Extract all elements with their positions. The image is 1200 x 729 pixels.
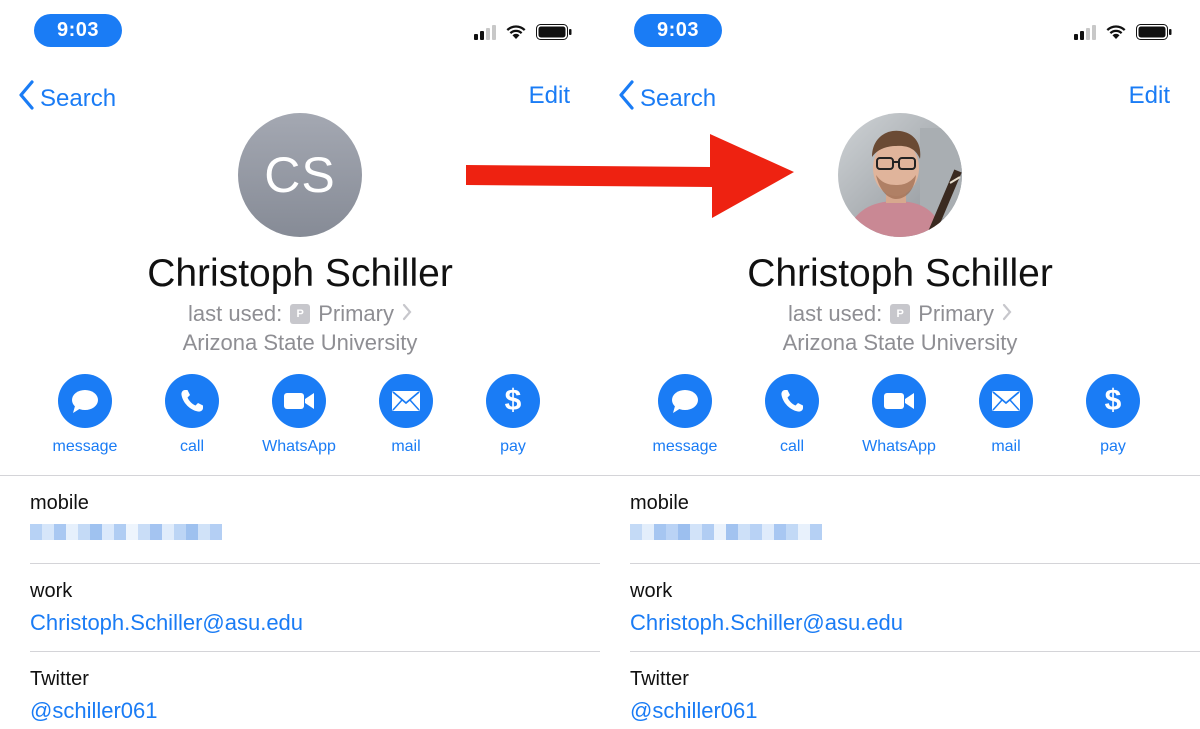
last-used-value: Primary [318, 301, 394, 326]
back-button-label: Search [640, 84, 717, 112]
mobile-number-redacted[interactable] [30, 524, 222, 540]
action-label: call [779, 438, 804, 455]
twitter-label: Twitter [630, 668, 689, 690]
video-camera-icon [272, 374, 326, 428]
envelope-icon [979, 374, 1033, 428]
action-label: WhatsApp [262, 438, 336, 455]
message-action[interactable]: message [35, 374, 135, 456]
chevron-left-icon [18, 80, 34, 117]
field-divider [630, 563, 1200, 564]
contact-avatar-initials: CS [238, 113, 362, 237]
action-label: pay [1100, 438, 1126, 455]
action-label: WhatsApp [862, 438, 936, 455]
chevron-right-icon [402, 301, 412, 327]
contact-name: Christoph Schiller [147, 252, 453, 295]
back-button-label: Search [40, 84, 117, 112]
section-divider [0, 475, 600, 476]
work-email[interactable]: Christoph.Schiller@asu.edu [30, 610, 303, 636]
status-time: 9:03 [34, 14, 122, 47]
last-used-row[interactable]: last used: P Primary [600, 301, 1200, 327]
action-label: message [52, 438, 118, 455]
contact-organization: Arizona State University [182, 330, 418, 355]
contact-name: Christoph Schiller [747, 252, 1053, 295]
twitter-handle[interactable]: @schiller061 [30, 698, 158, 724]
field-divider [30, 563, 600, 564]
wifi-icon [505, 24, 527, 40]
action-label: mail [991, 438, 1021, 455]
wifi-icon [1105, 24, 1127, 40]
work-label: work [630, 580, 673, 602]
status-icons [1074, 24, 1172, 40]
action-label: mail [391, 438, 421, 455]
status-time: 9:03 [634, 14, 722, 47]
envelope-icon [379, 374, 433, 428]
battery-icon [536, 24, 572, 40]
mobile-label: mobile [630, 492, 689, 514]
last-used-row[interactable]: last used: P Primary [0, 301, 600, 327]
battery-icon [1136, 24, 1172, 40]
pay-action[interactable]: $ pay [1063, 374, 1163, 456]
dollar-icon: $ [1086, 374, 1140, 428]
phone-icon [765, 374, 819, 428]
whatsapp-action[interactable]: WhatsApp [849, 374, 949, 456]
video-camera-icon [872, 374, 926, 428]
mobile-number-redacted[interactable] [630, 524, 822, 540]
field-divider [30, 651, 600, 652]
field-divider [630, 651, 1200, 652]
action-label: call [179, 438, 204, 455]
status-icons [474, 24, 572, 40]
contact-organization: Arizona State University [782, 330, 1018, 355]
message-action[interactable]: message [635, 374, 735, 456]
back-button[interactable]: Search [18, 80, 116, 117]
last-used-value: Primary [918, 301, 994, 326]
work-label: work [30, 580, 73, 602]
twitter-handle[interactable]: @schiller061 [630, 698, 758, 724]
pay-action[interactable]: $ pay [463, 374, 563, 456]
edit-button[interactable]: Edit [529, 82, 570, 110]
dollar-icon: $ [486, 374, 540, 428]
twitter-label: Twitter [30, 668, 89, 690]
edit-button[interactable]: Edit [1129, 82, 1170, 110]
action-label: message [652, 438, 718, 455]
comparison-arrow-icon [454, 110, 814, 245]
phone-icon [165, 374, 219, 428]
section-divider [600, 475, 1200, 476]
contact-avatar-photo [838, 113, 962, 237]
mobile-label: mobile [30, 492, 89, 514]
work-email[interactable]: Christoph.Schiller@asu.edu [630, 610, 903, 636]
message-bubble-icon [658, 374, 712, 428]
mail-action[interactable]: mail [356, 374, 456, 456]
message-bubble-icon [58, 374, 112, 428]
call-action[interactable]: call [142, 374, 242, 456]
mail-action[interactable]: mail [956, 374, 1056, 456]
call-action[interactable]: call [742, 374, 842, 456]
primary-line-badge: P [290, 304, 311, 324]
last-used-prefix: last used: [188, 301, 283, 326]
action-label: pay [500, 438, 526, 455]
cellular-signal-icon [1074, 24, 1096, 40]
whatsapp-action[interactable]: WhatsApp [249, 374, 349, 456]
cellular-signal-icon [474, 24, 496, 40]
chevron-right-icon [1002, 301, 1012, 327]
last-used-prefix: last used: [788, 301, 883, 326]
primary-line-badge: P [890, 304, 911, 324]
